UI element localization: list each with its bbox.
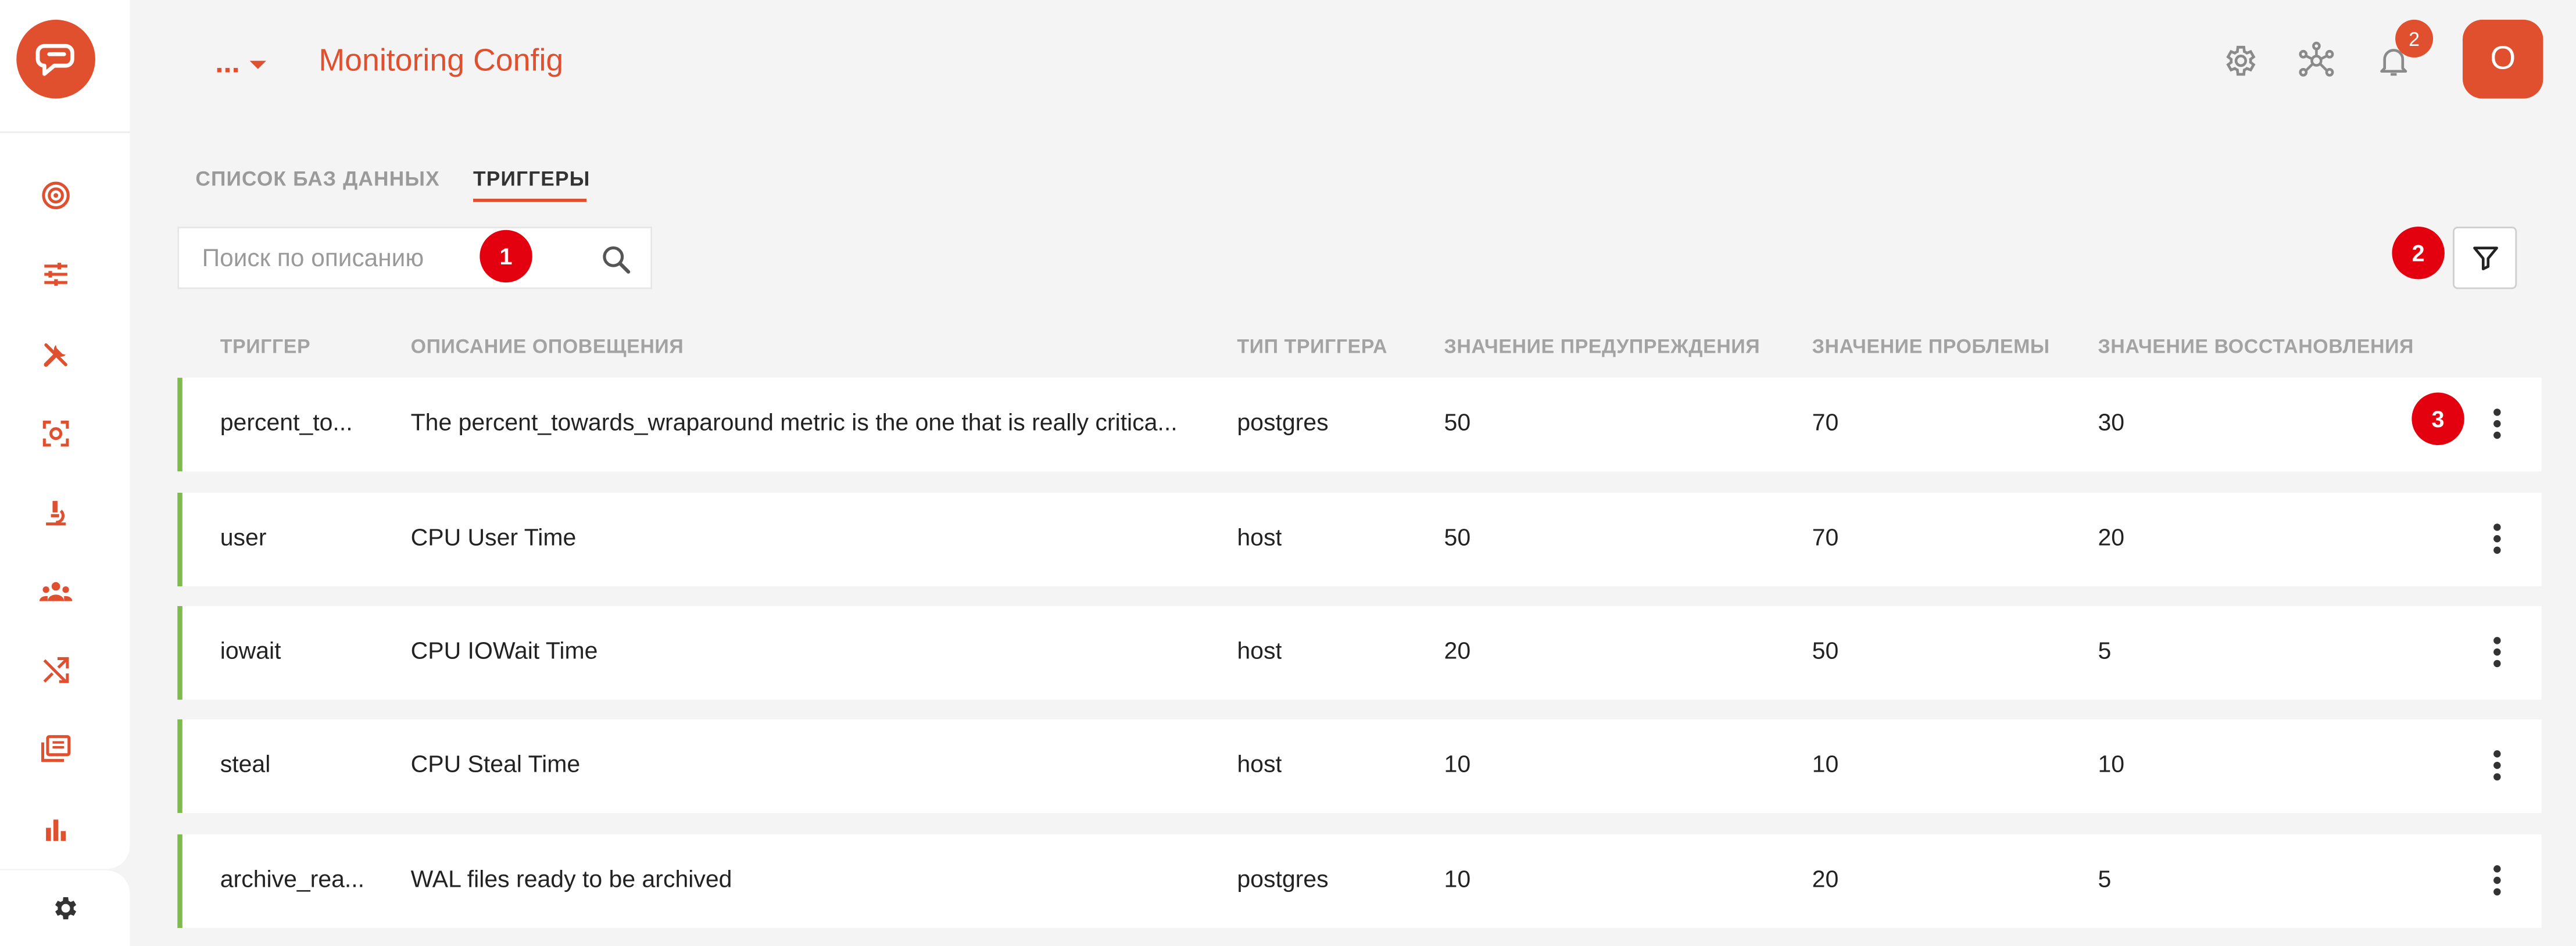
table-row[interactable]: percent_to... The percent_towards_wraparo… <box>177 378 2542 472</box>
settings-button[interactable] <box>2220 40 2262 82</box>
cell-warning-value: 50 <box>1444 525 1471 552</box>
column-header-warning[interactable]: ЗНАЧЕНИЕ ПРЕДУПРЕЖДЕНИЯ <box>1444 335 1761 359</box>
tools-icon <box>44 343 67 367</box>
cell-recovery-value: 20 <box>2098 525 2125 552</box>
page-title: Monitoring Config <box>319 44 564 79</box>
row-actions-button[interactable] <box>2477 861 2517 900</box>
tab-triggers[interactable]: ТРИГГЕРЫ <box>473 166 590 192</box>
column-header-trigger[interactable]: ТРИГГЕР <box>220 335 310 359</box>
cell-description: WAL files ready to be archived <box>410 867 732 894</box>
cell-warning-value: 10 <box>1444 752 1471 779</box>
cell-trigger: iowait <box>220 639 281 665</box>
hint-marker-3: 3 <box>2412 392 2464 445</box>
cell-trigger: user <box>220 525 267 552</box>
cell-recovery-value: 30 <box>2098 410 2125 437</box>
gear-icon <box>54 897 76 920</box>
notification-count-badge: 2 <box>2395 19 2434 58</box>
search-button[interactable] <box>595 238 637 281</box>
active-tab-indicator <box>473 199 587 202</box>
sidebar-item-microscope[interactable] <box>36 493 76 532</box>
tab-database-list[interactable]: СПИСОК БАЗ ДАННЫХ <box>195 166 439 192</box>
more-vertical-icon <box>2493 524 2501 554</box>
cell-type: host <box>1237 752 1282 779</box>
sidebar-item-shuffle[interactable] <box>36 650 76 690</box>
row-actions-button[interactable] <box>2477 632 2517 672</box>
sidebar-item-target[interactable] <box>36 175 76 215</box>
network-button[interactable] <box>2295 40 2338 82</box>
bar-chart-icon <box>46 819 66 841</box>
microscope-icon <box>46 501 66 526</box>
column-header-type[interactable]: ТИП ТРИГГЕРА <box>1237 335 1387 359</box>
row-actions-button[interactable] <box>2477 746 2517 785</box>
cell-type: postgres <box>1237 410 1329 437</box>
cell-problem-value: 50 <box>1812 639 1839 665</box>
settings-icon <box>2226 45 2256 76</box>
group-icon <box>39 582 73 601</box>
search-icon <box>603 246 631 274</box>
hint-marker-2: 2 <box>2392 227 2445 280</box>
cell-problem-value: 70 <box>1812 525 1839 552</box>
cell-description: CPU Steal Time <box>410 752 581 779</box>
sidebar-item-group[interactable] <box>36 572 76 611</box>
sidebar-item-scan[interactable] <box>36 414 76 453</box>
row-actions-button[interactable] <box>2477 404 2517 443</box>
scan-icon <box>42 420 69 447</box>
cell-recovery-value: 10 <box>2098 752 2125 779</box>
filter-button[interactable] <box>2453 227 2517 289</box>
cell-warning-value: 10 <box>1444 867 1471 894</box>
table-row[interactable]: user CPU User Time host 50 70 20 <box>177 492 2542 587</box>
sidebar-item-settings[interactable] <box>0 870 130 946</box>
cell-type: host <box>1237 525 1282 552</box>
more-vertical-icon <box>2493 865 2501 896</box>
search-box <box>177 227 653 289</box>
chat-logo-icon <box>35 44 74 76</box>
cell-problem-value: 70 <box>1812 410 1839 437</box>
sidebar-item-library[interactable] <box>36 729 76 769</box>
cell-type: host <box>1237 639 1282 665</box>
shuffle-icon <box>43 657 69 683</box>
library-icon <box>41 735 71 762</box>
more-menu-button[interactable]: ... <box>215 41 266 84</box>
more-vertical-icon <box>2493 637 2501 668</box>
table-row[interactable]: steal CPU Steal Time host 10 10 10 <box>177 719 2542 814</box>
more-vertical-icon <box>2493 750 2501 781</box>
cell-warning-value: 20 <box>1444 639 1471 665</box>
column-header-problem[interactable]: ЗНАЧЕНИЕ ПРОБЛЕМЫ <box>1812 335 2050 359</box>
table-row[interactable]: archive_rea... WAL files ready to be arch… <box>177 834 2542 928</box>
cell-recovery-value: 5 <box>2098 867 2112 894</box>
cell-warning-value: 50 <box>1444 410 1471 437</box>
cell-trigger: archive_rea... <box>220 867 365 894</box>
chevron-down-icon <box>249 60 266 69</box>
cell-problem-value: 10 <box>1812 752 1839 779</box>
row-actions-button[interactable] <box>2477 519 2517 558</box>
sidebar <box>0 0 130 869</box>
cell-description: CPU IOWait Time <box>410 639 598 665</box>
sidebar-item-tools[interactable] <box>36 335 76 375</box>
filter-icon <box>2472 246 2498 271</box>
sidebar-item-bar-chart[interactable] <box>36 809 76 849</box>
column-header-description[interactable]: ОПИСАНИЕ ОПОВЕЩЕНИЯ <box>411 335 684 359</box>
target-icon <box>42 181 70 210</box>
more-vertical-icon <box>2493 408 2501 439</box>
more-label: ... <box>215 46 240 79</box>
network-icon <box>2299 41 2334 77</box>
cell-problem-value: 20 <box>1812 867 1839 894</box>
cell-trigger: percent_to... <box>220 410 353 437</box>
sidebar-divider <box>0 131 130 133</box>
sidebar-item-sliders[interactable] <box>36 255 76 294</box>
cell-trigger: steal <box>220 752 271 779</box>
cell-recovery-value: 5 <box>2098 639 2112 665</box>
user-avatar[interactable]: O <box>2462 19 2543 99</box>
cell-description: CPU User Time <box>410 525 577 552</box>
column-header-recovery[interactable]: ЗНАЧЕНИЕ ВОССТАНОВЛЕНИЯ <box>2098 335 2414 359</box>
cell-type: postgres <box>1237 867 1329 894</box>
table-row[interactable]: iowait CPU IOWait Time host 20 50 5 <box>177 605 2542 700</box>
cell-description: The percent_towards_wraparound metric is… <box>410 410 1178 437</box>
sliders-icon <box>44 263 67 286</box>
hint-marker-1: 1 <box>480 230 532 283</box>
app-logo[interactable] <box>16 19 95 99</box>
